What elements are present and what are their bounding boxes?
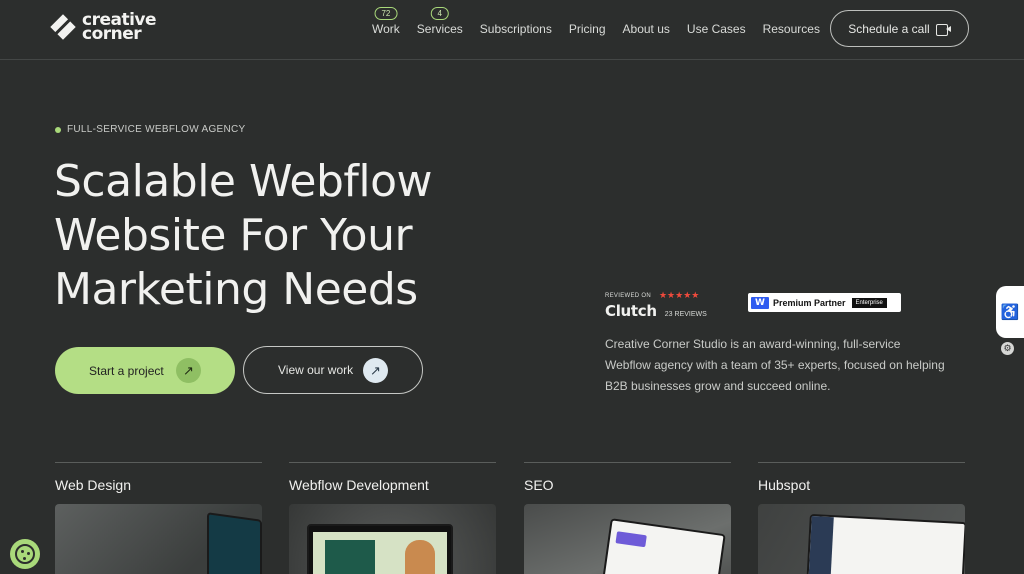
clutch-logo: Clutch: [605, 302, 657, 320]
laptop-mockup-icon: [806, 513, 965, 574]
device-mockup-icon: [207, 512, 262, 574]
partner-label: Premium Partner: [773, 297, 846, 308]
arrow-up-right-icon: ↗: [363, 358, 388, 383]
nav-item-services[interactable]: 4 Services: [416, 7, 463, 36]
hero-title: Scalable Webflow Website For Your Market…: [54, 156, 433, 315]
nav-label: Use Cases: [686, 22, 746, 36]
service-image: [55, 504, 262, 574]
logo-wordmark: creative corner: [82, 12, 157, 43]
brand-logo[interactable]: creative corner: [50, 12, 157, 43]
service-image: [289, 504, 496, 574]
cookie-settings-button[interactable]: [10, 539, 40, 569]
view-work-button[interactable]: View our work ↗: [243, 346, 423, 394]
start-project-button[interactable]: Start a project ↗: [55, 347, 235, 394]
screen-chip: [615, 531, 647, 548]
nav-item-work[interactable]: 72 Work: [372, 7, 400, 36]
hero-eyebrow: FULL-SERVICE WEBFLOW AGENCY: [55, 124, 246, 135]
view-work-label: View our work: [278, 363, 354, 377]
review-count: 23 REVIEWS: [664, 311, 707, 318]
nav-label: Pricing: [568, 22, 606, 36]
main-menu: 72 Work 4 Services Subscriptions Pricing…: [372, 7, 820, 36]
nav-item-use-cases[interactable]: Use Cases: [687, 22, 746, 36]
green-dot-icon: [55, 126, 61, 133]
nav-label: Services: [416, 22, 463, 36]
work-count-badge: 72: [374, 7, 398, 20]
settings-gear-icon[interactable]: ⚙: [1001, 342, 1014, 355]
schedule-call-label: Schedule a call: [848, 21, 930, 36]
top-navigation: creative corner 72 Work 4 Services Subsc…: [0, 0, 1024, 60]
start-project-label: Start a project: [89, 363, 164, 378]
nav-item-resources[interactable]: Resources: [763, 22, 820, 36]
laptop-mockup-icon: [307, 524, 453, 574]
webflow-partner-badge[interactable]: W Premium Partner Enterprise: [748, 293, 901, 312]
nav-item-about-us[interactable]: About us: [623, 22, 670, 36]
laptop-mockup-icon: [602, 518, 726, 574]
service-image: [758, 504, 965, 574]
service-title: SEO: [524, 477, 554, 493]
screen-sidebar: [808, 516, 834, 574]
portrait-shape: [405, 540, 435, 574]
nav-label: Resources: [762, 22, 820, 36]
eyebrow-text: FULL-SERVICE WEBFLOW AGENCY: [67, 124, 246, 135]
star-rating-icon: ★★★★★: [658, 290, 700, 300]
service-title: Webflow Development: [289, 477, 429, 493]
screen-panel: [325, 540, 375, 574]
nav-item-pricing[interactable]: Pricing: [569, 22, 606, 36]
service-image: [524, 504, 731, 574]
nav-item-subscriptions[interactable]: Subscriptions: [480, 22, 552, 36]
schedule-call-button[interactable]: Schedule a call: [830, 10, 969, 47]
services-count-badge: 4: [430, 7, 450, 20]
service-card-seo[interactable]: SEO: [524, 462, 731, 574]
nav-label: Subscriptions: [479, 22, 552, 36]
clutch-header: REVIEWED ON ★★★★★: [605, 290, 707, 301]
service-card-webflow-development[interactable]: Webflow Development: [289, 462, 496, 574]
accessibility-person-icon: ♿: [1000, 304, 1020, 321]
agency-description: Creative Corner Studio is an award-winni…: [605, 337, 945, 393]
logo-diamond-icon: [50, 14, 76, 40]
service-title: Web Design: [55, 477, 132, 493]
webflow-logo-icon: W: [751, 296, 769, 309]
accessibility-widget-button[interactable]: ♿: [996, 286, 1024, 338]
reviewed-on-text: REVIEWED ON: [605, 292, 651, 299]
cookie-icon: [15, 544, 35, 564]
service-card-hubspot[interactable]: Hubspot: [758, 462, 965, 574]
clutch-row: Clutch 23 REVIEWS: [605, 302, 707, 320]
service-card-web-design[interactable]: Web Design: [55, 462, 262, 574]
video-camera-icon: [935, 23, 951, 36]
partner-tier-tag: Enterprise: [851, 297, 887, 308]
nav-label: About us: [622, 22, 670, 36]
service-title: Hubspot: [758, 477, 811, 493]
arrow-up-right-icon: ↗: [176, 358, 201, 383]
clutch-reviews-badge[interactable]: REVIEWED ON ★★★★★ Clutch 23 REVIEWS: [605, 290, 707, 320]
nav-label: Work: [372, 22, 400, 36]
